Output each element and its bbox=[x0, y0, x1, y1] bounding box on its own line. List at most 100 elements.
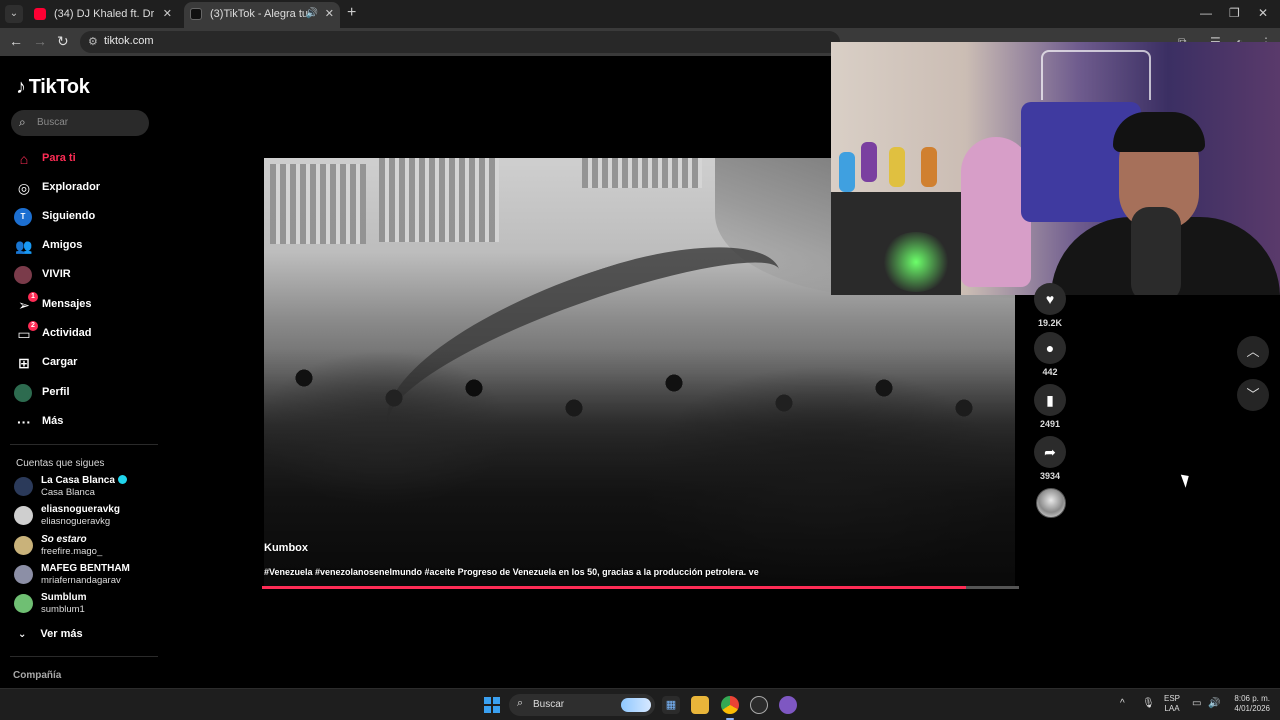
sidebar-item-label: Perfil bbox=[42, 386, 70, 398]
sidebar-item-label: Mensajes bbox=[42, 298, 92, 310]
video-building bbox=[582, 158, 702, 188]
account-handle: sumblum1 bbox=[41, 604, 85, 615]
file-explorer-icon[interactable] bbox=[691, 696, 709, 714]
avatar bbox=[14, 565, 33, 584]
avatar bbox=[14, 594, 33, 613]
account-handle: eliasnogueravkg bbox=[41, 516, 111, 527]
forward-icon[interactable]: → bbox=[33, 33, 47, 49]
taskbar-search[interactable]: ⌕ Buscar bbox=[509, 694, 655, 716]
close-tab-icon[interactable]: ✕ bbox=[325, 2, 334, 26]
video-progress-bar[interactable] bbox=[262, 586, 1019, 589]
chevron-up-icon: ︿ bbox=[1246, 344, 1260, 359]
comment-action[interactable]: ● 442 bbox=[1034, 332, 1066, 377]
share-action[interactable]: ➦ 3934 bbox=[1034, 436, 1066, 481]
rgb-glow bbox=[881, 232, 951, 292]
figurine bbox=[921, 147, 937, 187]
heart-icon[interactable]: ♥ bbox=[1034, 283, 1066, 315]
browser-tab-bar: ⌄ (34) DJ Khaled ft. Drake - POPSTAR ✕ (… bbox=[0, 0, 1280, 28]
video-crowd bbox=[264, 348, 1015, 587]
see-more-button[interactable]: ⌄ Ver más bbox=[18, 628, 83, 640]
address-bar[interactable]: ⚙ tiktok.com bbox=[80, 31, 840, 53]
sidebar-item-label: Para ti bbox=[42, 152, 76, 164]
account-name: MAFEG BENTHAM bbox=[41, 563, 130, 574]
sidebar-item-label: Cargar bbox=[42, 356, 78, 368]
search-highlight-icon bbox=[621, 698, 651, 712]
figurine bbox=[889, 147, 905, 187]
video-progress-fill bbox=[262, 586, 966, 589]
windows-start-icon[interactable] bbox=[484, 697, 500, 713]
site-info-icon[interactable]: ⚙ bbox=[88, 35, 98, 48]
person-hair bbox=[1113, 112, 1205, 152]
close-tab-icon[interactable]: ✕ bbox=[163, 2, 172, 26]
upload-icon: ⊞ bbox=[18, 355, 30, 371]
account-handle: freefire.mago_ bbox=[41, 546, 103, 557]
like-count: 19.2K bbox=[1037, 318, 1063, 328]
save-count: 2491 bbox=[1039, 419, 1061, 429]
chrome-icon[interactable] bbox=[721, 696, 739, 720]
comment-icon[interactable]: ● bbox=[1034, 332, 1066, 364]
avatar bbox=[14, 477, 33, 496]
microphone-icon[interactable]: 🎙 bbox=[1142, 698, 1155, 709]
back-icon[interactable]: ← bbox=[9, 33, 23, 49]
sidebar-item-label: Amigos bbox=[42, 239, 83, 251]
close-window-icon[interactable]: ✕ bbox=[1258, 6, 1268, 20]
avatar bbox=[14, 506, 33, 525]
previous-video-button[interactable]: ︿ bbox=[1237, 336, 1269, 368]
taskbar: ⌕ Buscar ▦ ^ 🎙 ESP LAA ▭ 🔊 8:06 p. m. 4/… bbox=[0, 688, 1280, 720]
tab-search-button[interactable]: ⌄ bbox=[5, 5, 23, 23]
following-section-title: Cuentas que sigues bbox=[16, 458, 105, 469]
speaker-icon[interactable]: 🔊 bbox=[306, 2, 318, 26]
search-placeholder: Buscar bbox=[37, 117, 69, 128]
tab-title: (3)TikTok - Alegra tu día bbox=[210, 8, 310, 20]
bookmark-icon[interactable]: ▮ bbox=[1034, 384, 1066, 416]
store-icon[interactable]: ▦ bbox=[662, 696, 680, 714]
account-name: Sumblum bbox=[41, 592, 87, 603]
taskbar-search-label: Buscar bbox=[533, 699, 565, 710]
video-author[interactable]: Kumbox bbox=[264, 542, 308, 554]
sidebar-item-label: Siguiendo bbox=[42, 210, 96, 222]
neon-sign bbox=[1041, 50, 1151, 100]
save-action[interactable]: ▮ 2491 bbox=[1034, 384, 1066, 429]
notification-badge: 1 bbox=[28, 292, 38, 302]
search-input[interactable]: ⌕ Buscar bbox=[11, 110, 149, 136]
like-action[interactable]: ♥ 19.2K bbox=[1034, 283, 1066, 328]
sidebar: ♪ TikTok ⌕ Buscar ⌂ Para ti ◎ Explorador … bbox=[0, 56, 160, 688]
search-icon: ⌕ bbox=[19, 115, 26, 129]
comment-count: 442 bbox=[1042, 367, 1058, 377]
following-avatar-icon: T bbox=[14, 208, 32, 226]
account-name: So estaro bbox=[41, 534, 87, 545]
obs-icon[interactable] bbox=[750, 696, 768, 714]
network-icon[interactable]: ▭ bbox=[1192, 698, 1201, 709]
sidebar-item-label: Explorador bbox=[42, 181, 101, 193]
account-name: eliasnogueravkg bbox=[41, 504, 120, 515]
restore-icon[interactable]: ❐ bbox=[1229, 6, 1240, 20]
minimize-icon[interactable]: — bbox=[1200, 6, 1212, 20]
home-icon: ⌂ bbox=[19, 151, 29, 167]
chevron-down-icon: ⌄ bbox=[18, 629, 27, 640]
verified-badge-icon bbox=[117, 475, 127, 484]
share-icon[interactable]: ➦ bbox=[1034, 436, 1066, 468]
next-video-button[interactable]: ﹀ bbox=[1237, 379, 1269, 411]
share-count: 3934 bbox=[1039, 471, 1061, 481]
company-link[interactable]: Compañía bbox=[13, 670, 61, 681]
tiktok-note-icon: ♪ bbox=[16, 76, 26, 98]
new-tab-button[interactable]: + bbox=[347, 4, 356, 22]
reload-icon[interactable]: ↻ bbox=[57, 33, 69, 50]
volume-icon[interactable]: 🔊 bbox=[1208, 698, 1220, 709]
language-indicator[interactable]: ESP LAA bbox=[1164, 694, 1180, 714]
tiktok-logo[interactable]: ♪ TikTok bbox=[16, 76, 90, 99]
figurine bbox=[839, 152, 855, 192]
chevron-up-icon[interactable]: ^ bbox=[1120, 698, 1125, 709]
tab-tiktok[interactable]: (3)TikTok - Alegra tu día 🔊 ✕ bbox=[184, 2, 340, 28]
logo-text: TikTok bbox=[28, 76, 90, 98]
more-dots-icon: ··· bbox=[17, 414, 31, 430]
sidebar-item-label: Actividad bbox=[42, 327, 92, 339]
webcam-overlay bbox=[831, 42, 1280, 295]
account-name: La Casa Blanca bbox=[41, 475, 127, 486]
clock[interactable]: 8:06 p. m. 4/01/2026 bbox=[1228, 694, 1270, 714]
creator-avatar[interactable] bbox=[1036, 488, 1066, 518]
tab-youtube[interactable]: (34) DJ Khaled ft. Drake - POPSTAR ✕ bbox=[28, 2, 178, 28]
app-icon[interactable] bbox=[779, 696, 797, 714]
sidebar-item-label: Más bbox=[42, 415, 64, 427]
video-caption[interactable]: #Venezuela #venezolanosenelmundo #aceite… bbox=[264, 567, 774, 577]
